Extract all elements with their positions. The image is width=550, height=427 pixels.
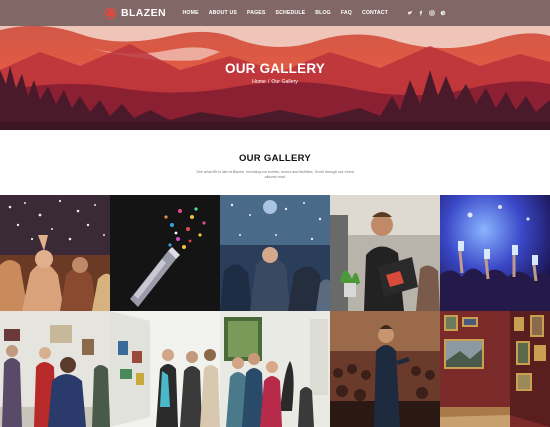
top-navbar: BLAZEN HOME ABOUT US PAGES SCHEDULE BLOG… (0, 0, 550, 26)
gallery-photo-speaker-laptop[interactable] (330, 195, 440, 311)
page-title: OUR GALLERY (225, 61, 325, 76)
section-description: See what life is like at Blazen, includi… (196, 170, 354, 180)
gallery-photo-paintings-wall[interactable] (440, 311, 550, 427)
nav-blog[interactable]: BLOG (315, 10, 331, 16)
breadcrumb: Home / Our Gallery (0, 79, 550, 85)
gallery-photo-concert-crowd[interactable] (440, 195, 550, 311)
breadcrumb-separator: / (267, 79, 270, 85)
brand-logo[interactable]: BLAZEN (104, 7, 166, 20)
gallery-photo-blue-confetti[interactable] (220, 195, 330, 311)
gallery-photo-presenter-stage[interactable] (330, 311, 440, 427)
nav-about-us[interactable]: ABOUT US (209, 10, 237, 16)
gallery-photo-art-visitors[interactable] (0, 311, 110, 427)
gallery-photo-confetti-party[interactable] (0, 195, 110, 311)
nav-pages[interactable]: PAGES (247, 10, 266, 16)
gallery-photo-confetti-popper[interactable] (110, 195, 220, 311)
nav-home[interactable]: HOME (183, 10, 199, 16)
social-links (402, 10, 446, 16)
nav-contact[interactable]: CONTACT (362, 10, 388, 16)
blazen-logo-icon (104, 7, 117, 19)
brand-name: BLAZEN (121, 7, 166, 19)
twitter-icon[interactable] (407, 10, 413, 16)
breadcrumb-current: Our Gallery (271, 79, 298, 85)
gallery-photo-women-viewing-art[interactable] (220, 311, 330, 427)
breadcrumb-home-link[interactable]: Home (252, 79, 266, 85)
hero-banner: BLAZEN HOME ABOUT US PAGES SCHEDULE BLOG… (0, 0, 550, 130)
nav-faq[interactable]: FAQ (341, 10, 352, 16)
dribbble-icon[interactable] (440, 10, 446, 16)
section-heading: OUR GALLERY (238, 153, 312, 164)
gallery-photo-exhibition-visitors[interactable] (110, 311, 220, 427)
main-menu: HOME ABOUT US PAGES SCHEDULE BLOG FAQ CO… (173, 10, 446, 16)
nav-schedule[interactable]: SCHEDULE (276, 10, 306, 16)
photo-gallery-grid (0, 195, 550, 427)
facebook-icon[interactable] (418, 10, 424, 16)
instagram-icon[interactable] (429, 10, 435, 16)
